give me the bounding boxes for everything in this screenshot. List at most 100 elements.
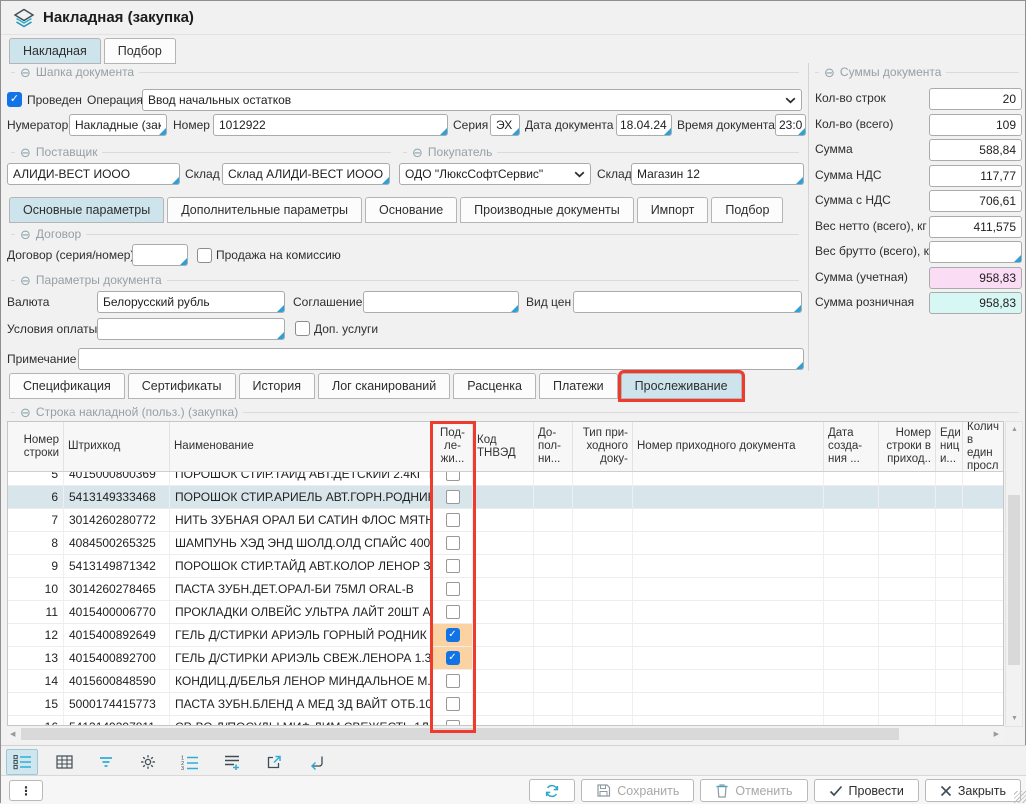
buyer-warehouse-field[interactable]: Магазин 12 (631, 163, 804, 185)
field-summa-nds[interactable]: 117,77 (929, 165, 1022, 187)
collapse-icon[interactable]: ⊖ (412, 146, 423, 159)
collapse-icon[interactable]: ⊖ (20, 66, 31, 79)
row-view-icon[interactable] (6, 749, 38, 775)
reload-icon[interactable] (300, 749, 332, 775)
currency-field[interactable]: Белорусский рубль (97, 291, 285, 313)
row-checkbox[interactable] (446, 697, 460, 711)
row-checkbox[interactable]: ✓ (446, 651, 460, 665)
col-podlezhit[interactable]: Под- ле- жи... (433, 422, 473, 471)
row-checkbox[interactable] (446, 513, 460, 527)
field-kolvo-vsego[interactable]: 109 (929, 114, 1022, 136)
save-button[interactable]: Сохранить (581, 779, 694, 802)
field-ves-brutto[interactable] (929, 241, 1022, 263)
tab-log-skanirovanij[interactable]: Лог сканирований (318, 373, 450, 399)
col-shtrihkod[interactable]: Штрихкод (64, 422, 170, 471)
col-kod-tnved[interactable]: Код ТНВЭД (473, 422, 534, 471)
table-row[interactable]: 54015000800369ПОРОШОК СТИР.ТАЙД АВТ.ДЕТС… (8, 472, 1003, 486)
more-actions-button[interactable]: ⋮ (9, 780, 43, 801)
numbered-list-icon[interactable]: 123 (174, 749, 206, 775)
col-naimenovanie[interactable]: Наименование (170, 422, 433, 471)
table-row[interactable]: 84084500265325ШАМПУНЬ ХЭД ЭНД ШОЛД.ОЛД С… (8, 532, 1003, 555)
refresh-button[interactable] (529, 779, 575, 802)
supplier-field[interactable]: АЛИДИ-ВЕСТ ИООО (7, 163, 180, 185)
field-ves-netto[interactable]: 411,575 (929, 216, 1022, 238)
collapse-icon[interactable]: ⊖ (20, 406, 31, 419)
table-row[interactable]: 165413149397811СР-ВО Д/ПОСУДЫ МИФ ЛИМ.СВ… (8, 716, 1003, 726)
tab-osnovnye-parametry[interactable]: Основные параметры (9, 197, 164, 223)
tab-rascenka[interactable]: Расценка (453, 373, 536, 399)
tab-platezhi[interactable]: Платежи (539, 373, 618, 399)
tab-proizvodnye-dokumenty[interactable]: Производные документы (460, 197, 634, 223)
tab-proslezhivanie[interactable]: Прослеживание (621, 373, 742, 399)
row-checkbox[interactable]: ✓ (446, 628, 460, 642)
note-field[interactable] (78, 348, 804, 370)
doc-date-field[interactable]: 18.04.24 (616, 114, 672, 136)
tab-podbor-2[interactable]: Подбор (711, 197, 783, 223)
row-checkbox[interactable] (446, 582, 460, 596)
scroll-right-icon[interactable]: ▶ (994, 731, 999, 738)
field-summa[interactable]: 588,84 (929, 139, 1022, 161)
tab-istoriya[interactable]: История (239, 373, 315, 399)
table-row[interactable]: 124015400892649ГЕЛЬ Д/СТИРКИ АРИЭЛЬ ГОРН… (8, 624, 1003, 647)
scroll-left-icon[interactable]: ◀ (10, 731, 15, 738)
col-dopolnitelno[interactable]: До- пол- ни... (534, 422, 573, 471)
table-row[interactable]: 144015600848590КОНДИЦ.Д/БЕЛЬЯ ЛЕНОР МИНД… (8, 670, 1003, 693)
horizontal-scrollbar[interactable]: ◀ ▶ (7, 727, 1004, 742)
col-tip-prihodnogo[interactable]: Тип при- ходного доку- (573, 422, 633, 471)
buyer-select[interactable]: ОДО "ЛюксСофтСервис" (399, 163, 591, 185)
posted-checkbox[interactable]: ✓ (7, 92, 22, 107)
tab-podbor[interactable]: Подбор (104, 38, 176, 64)
vertical-scroll-thumb[interactable] (1008, 495, 1020, 665)
field-summa-s-nds[interactable]: 706,61 (929, 190, 1022, 212)
numerator-field[interactable]: Накладные (зак (69, 114, 167, 136)
scroll-up-icon[interactable]: ▲ (1011, 426, 1018, 433)
commission-checkbox[interactable] (197, 248, 212, 263)
agreement-field[interactable] (363, 291, 519, 313)
col-data-sozdaniya[interactable]: Дата созда- ния ... (824, 422, 879, 471)
table-row[interactable]: 103014260278465ПАСТА ЗУБН.ДЕТ.ОРАЛ-БИ 75… (8, 578, 1003, 601)
tab-sertifikaty[interactable]: Сертификаты (128, 373, 236, 399)
vertical-scrollbar[interactable]: ▲ ▼ (1005, 421, 1023, 727)
table-row[interactable]: 95413149871342ПОРОШОК СТИР.ТАЙД АВТ.КОЛО… (8, 555, 1003, 578)
col-nomer-stroki[interactable]: Номер строки (8, 422, 64, 471)
collapse-icon[interactable]: ⊖ (824, 66, 835, 79)
grid-icon[interactable] (48, 749, 80, 775)
contract-number-field[interactable] (132, 244, 188, 266)
col-nomer-prihodnogo-dokumenta[interactable]: Номер приходного документа (633, 422, 824, 471)
supplier-warehouse-field[interactable]: Склад АЛИДИ-ВЕСТ ИООО (222, 163, 390, 185)
tab-dopolnitelnye-parametry[interactable]: Дополнительные параметры (167, 197, 362, 223)
table-row[interactable]: 155000174415773ПАСТА ЗУБН.БЛЕНД А МЕД ЗД… (8, 693, 1003, 716)
payment-terms-field[interactable] (97, 318, 285, 340)
row-checkbox[interactable] (446, 720, 460, 726)
field-summa-roznichnaya[interactable]: 958,83 (929, 292, 1022, 314)
series-field[interactable]: ЭХ (490, 114, 520, 136)
filter-icon[interactable] (90, 749, 122, 775)
collapse-icon[interactable]: ⊖ (20, 146, 31, 159)
extra-services-checkbox[interactable] (295, 321, 310, 336)
table-row[interactable]: 134015400892700ГЕЛЬ Д/СТИРКИ АРИЭЛЬ СВЕЖ… (8, 647, 1003, 670)
field-kolvo-strok[interactable]: 20 (929, 88, 1022, 110)
row-checkbox[interactable] (446, 559, 460, 573)
col-edinic[interactable]: Еди ниц и... (936, 422, 963, 471)
table-row[interactable]: 73014260280772НИТЬ ЗУБНАЯ ОРАЛ БИ САТИН … (8, 509, 1003, 532)
field-summa-uchetnaya[interactable]: 958,83 (929, 267, 1022, 289)
row-checkbox[interactable] (446, 674, 460, 688)
scroll-down-icon[interactable]: ▼ (1011, 715, 1018, 722)
tab-specifikaciya[interactable]: Спецификация (9, 373, 125, 399)
tab-nakladnaya[interactable]: Накладная (9, 38, 101, 64)
row-checkbox[interactable] (446, 536, 460, 550)
tab-osnovanie[interactable]: Основание (365, 197, 457, 223)
collapse-icon[interactable]: ⊖ (20, 274, 31, 287)
table-row[interactable]: 65413149333468ПОРОШОК СТИР.АРИЕЛЬ АВТ.ГО… (8, 486, 1003, 509)
close-button[interactable]: Закрыть (925, 779, 1021, 802)
open-external-icon[interactable] (258, 749, 290, 775)
cancel-button[interactable]: Отменить (700, 779, 807, 802)
price-type-field[interactable] (573, 291, 802, 313)
operation-select[interactable]: Ввод начальных остатков (142, 89, 802, 111)
row-checkbox[interactable] (446, 472, 460, 481)
resize-grip-icon[interactable] (1014, 791, 1026, 803)
row-checkbox[interactable] (446, 490, 460, 504)
doc-time-field[interactable]: 23:02 (775, 114, 806, 136)
row-checkbox[interactable] (446, 605, 460, 619)
table-row[interactable]: 114015400006770ПРОКЛАДКИ ОЛВЕЙС УЛЬТРА Л… (8, 601, 1003, 624)
